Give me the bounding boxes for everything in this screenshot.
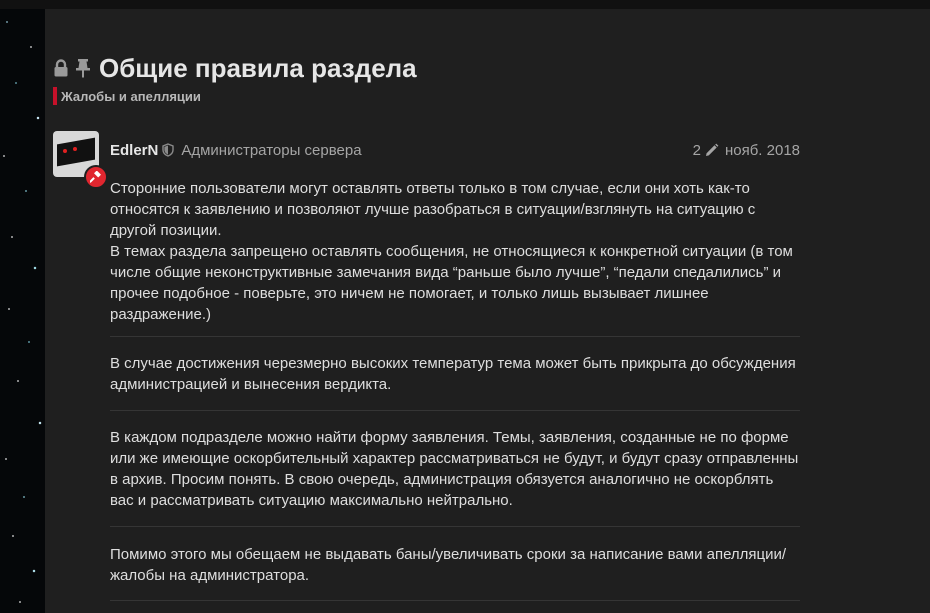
category-color-bar (53, 87, 57, 105)
category-badge[interactable]: Жалобы и апелляции (53, 87, 201, 105)
user-group-link[interactable]: Администраторы сервера (181, 142, 361, 159)
shield-icon (162, 143, 175, 157)
category-link[interactable]: Жалобы и апелляции (61, 89, 201, 104)
post-date[interactable]: нояб. 2018 (725, 142, 800, 159)
page-title: Общие правила раздела (99, 52, 417, 83)
divider (110, 600, 800, 601)
post-meta: EdlerN Администраторы сервера 2 нояб. 20… (110, 140, 800, 160)
paragraph-5: Помимо этого мы обещаем не выдавать баны… (110, 546, 787, 584)
starfield-background (0, 0, 45, 613)
paragraph-2: В темах раздела запрещено оставлять сооб… (110, 243, 793, 323)
post-meta-right: 2 нояб. 2018 (693, 142, 800, 159)
paragraph-3: В случае достижения черезмерно высоких т… (110, 355, 796, 393)
paragraph-4: В каждом подразделе можно найти форму за… (110, 429, 799, 509)
pencil-icon[interactable] (704, 143, 719, 158)
topic-header: Общие правила раздела (53, 51, 417, 85)
topic-content: Общие правила раздела Жалобы и апелляции… (45, 9, 930, 613)
edit-count[interactable]: 2 (693, 142, 701, 159)
top-bar (0, 0, 930, 9)
paragraph-1: Сторонние пользователи могут оставлять о… (110, 180, 756, 239)
admin-hammer-badge-icon (84, 165, 108, 189)
lock-icon (53, 58, 71, 78)
username-link[interactable]: EdlerN (110, 142, 158, 159)
pin-icon (75, 58, 93, 78)
post-body: Сторонние пользователи могут оставлять о… (110, 177, 800, 601)
